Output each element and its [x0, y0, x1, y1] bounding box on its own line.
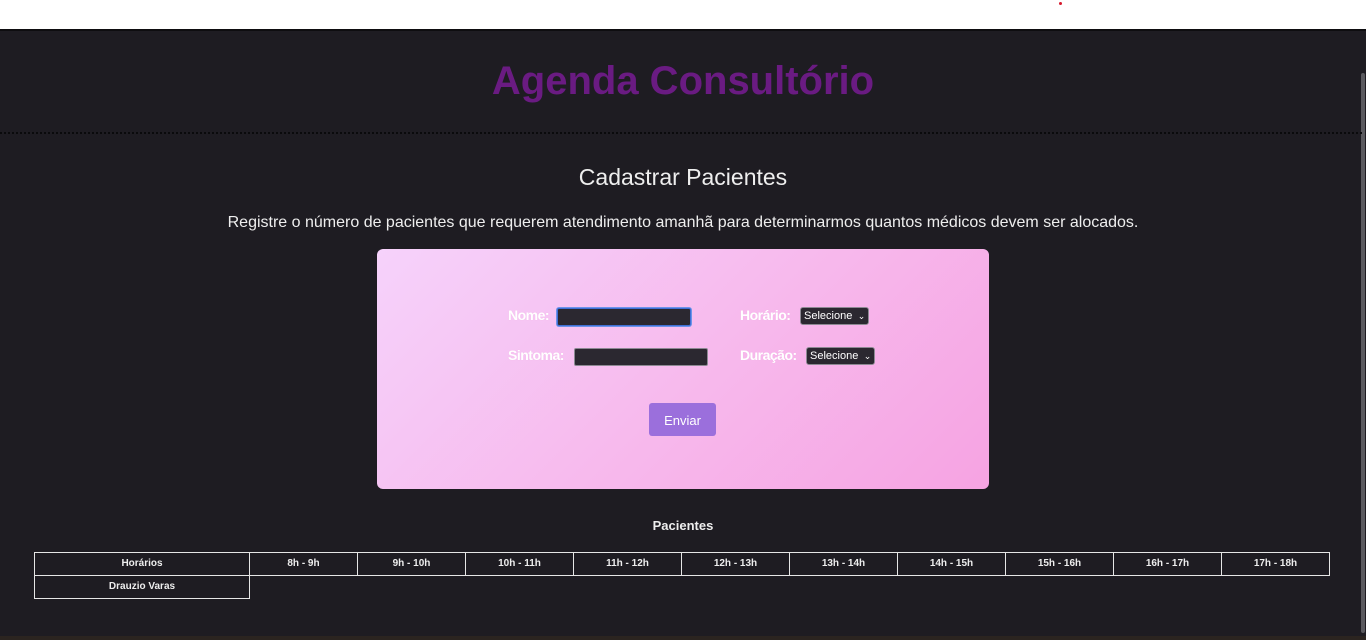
duration-select-value: Selecione	[810, 350, 859, 362]
table-row: Drauzio Varas	[34, 575, 1330, 599]
bottom-edge	[0, 636, 1366, 640]
header-divider	[0, 132, 1362, 134]
browser-topbar	[0, 0, 1366, 29]
section-description: Registre o número de pacientes que reque…	[227, 214, 1139, 231]
header-cell-15h: 15h - 16h	[1005, 552, 1114, 576]
header-cell-horarios: Horários	[34, 552, 250, 576]
chevron-down-icon: ⌄	[857, 311, 866, 321]
section-title: Cadastrar Pacientes	[578, 164, 788, 190]
header-cell-8h: 8h - 9h	[249, 552, 358, 576]
header-cell-12h: 12h - 13h	[681, 552, 790, 576]
patient-form: Nome: Sintoma: Horário: Selecione ⌄ Dura…	[377, 249, 989, 489]
scrollbar-thumb[interactable]	[1361, 73, 1365, 633]
header-cell-13h: 13h - 14h	[789, 552, 898, 576]
name-input[interactable]	[557, 308, 691, 326]
header-cell-10h: 10h - 11h	[465, 552, 574, 576]
symptom-label: Sintoma:	[508, 347, 564, 363]
time-label: Horário:	[740, 307, 791, 323]
name-label: Nome:	[508, 307, 550, 323]
header-cell-9h: 9h - 10h	[357, 552, 466, 576]
duration-select[interactable]: Selecione ⌄	[806, 347, 876, 365]
patients-table: Horários 8h - 9h 9h - 10h 10h - 11h 11h …	[34, 552, 1330, 599]
symptom-input[interactable]	[574, 348, 708, 366]
table-header-row: Horários 8h - 9h 9h - 10h 10h - 11h 11h …	[34, 552, 1330, 576]
submit-button[interactable]: Enviar	[649, 403, 716, 436]
header-cell-17h: 17h - 18h	[1221, 552, 1330, 576]
header-cell-16h: 16h - 17h	[1113, 552, 1222, 576]
duration-label: Duração:	[740, 347, 797, 363]
page-title: Agenda Consultório	[491, 59, 875, 103]
time-select[interactable]: Selecione ⌄	[800, 307, 870, 325]
scrollbar[interactable]	[1360, 31, 1366, 640]
topbar-border	[0, 29, 1366, 31]
indicator-dot	[1059, 2, 1062, 5]
time-select-value: Selecione	[804, 310, 853, 322]
header-cell-11h: 11h - 12h	[573, 552, 682, 576]
header-cell-14h: 14h - 15h	[897, 552, 1006, 576]
patient-name-cell: Drauzio Varas	[34, 575, 250, 599]
table-title: Pacientes	[652, 518, 714, 533]
empty-slots	[250, 576, 1330, 599]
chevron-down-icon: ⌄	[863, 351, 872, 361]
